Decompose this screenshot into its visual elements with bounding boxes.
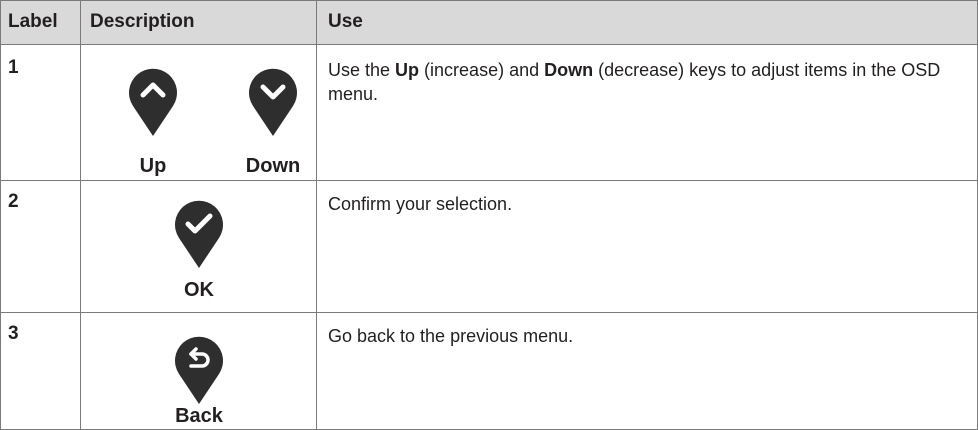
header-use: Use [328, 11, 363, 32]
down-button-label: Down [245, 155, 301, 177]
header-description: Description [90, 11, 195, 32]
header-label: Label [8, 11, 58, 32]
row-use-text: Use the Up (increase) and Down (decrease… [328, 60, 941, 104]
back-button [173, 334, 225, 406]
row-use-text: Confirm your selection. [328, 194, 513, 214]
row-label: 1 [8, 57, 19, 78]
down-button [247, 66, 299, 138]
up-button [127, 66, 179, 138]
checkmark-icon [175, 200, 223, 268]
back-arrow-icon [175, 336, 223, 404]
row-label: 3 [8, 323, 19, 344]
ok-button [173, 198, 225, 270]
chevron-down-icon [249, 68, 297, 136]
osd-key-table: Label Description Use 1 Up Down Use the … [0, 0, 978, 430]
up-button-label: Up [139, 155, 167, 177]
back-button-label: Back [175, 405, 223, 427]
row-label: 2 [8, 191, 19, 212]
ok-button-label: OK [184, 279, 214, 301]
row-use-text: Go back to the previous menu. [328, 326, 574, 346]
chevron-up-icon [129, 68, 177, 136]
